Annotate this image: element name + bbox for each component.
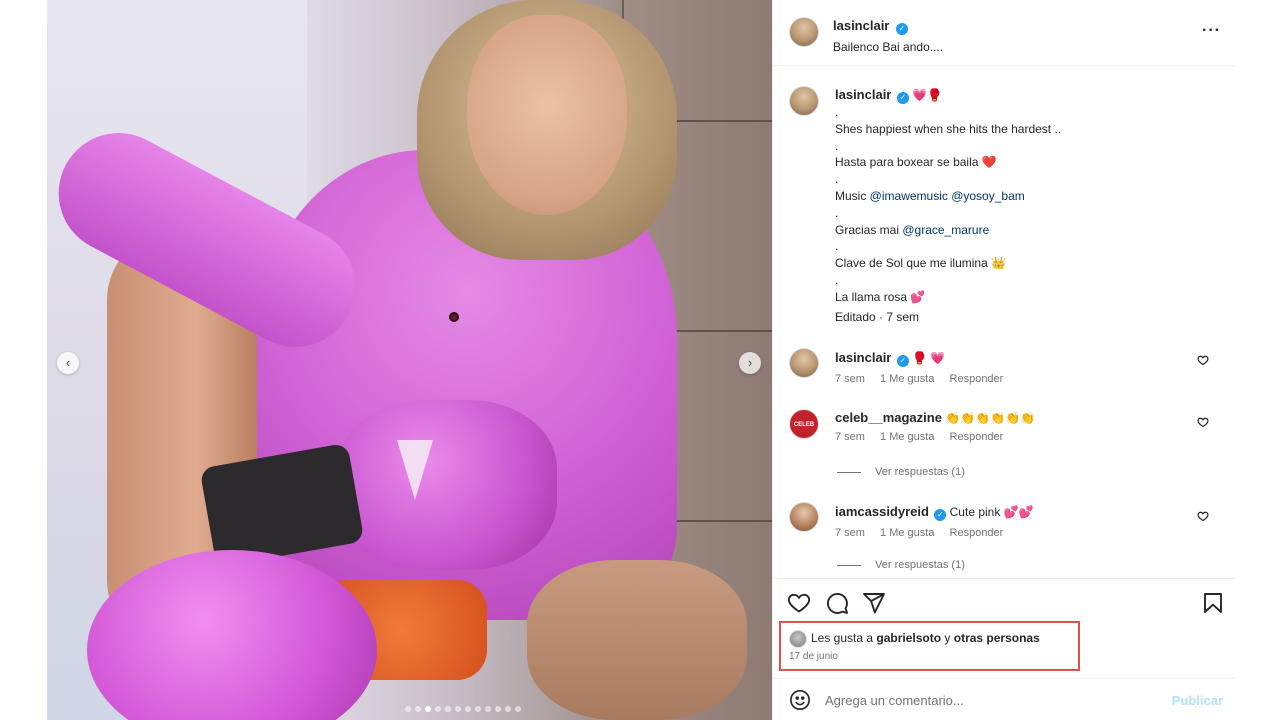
caption-line: . [835,138,839,153]
add-comment-bar: Publicar [773,678,1235,720]
comment-time: 7 sem [835,431,865,443]
likes-summary-highlight: Les gusta a gabrielsoto y otras personas… [779,621,1080,671]
caption-line: Clave de Sol que me ilumina 👑 [835,256,1007,271]
replies-rule [837,564,861,566]
caption-line: La llama rosa 💕 [835,289,926,304]
comment-username[interactable]: celeb__magazine [835,410,942,425]
comment-like-heart-icon[interactable] [1197,416,1209,431]
comment-reply-button[interactable]: Responder [950,373,1004,385]
comment-reply-button[interactable]: Responder [950,431,1004,443]
carousel-prev-button[interactable]: ‹ [57,352,79,374]
media-necklace [449,312,459,322]
caption-line: . [835,172,839,187]
more-options-icon[interactable]: ··· [1202,22,1221,40]
post-date[interactable]: 17 de junio [789,651,838,662]
view-replies-button[interactable]: Ver respuestas (1) [837,466,965,478]
caption-emojis: 💗🥊 [912,88,942,102]
carousel-dot [445,706,451,712]
carousel-dot [475,706,481,712]
carousel-dot [465,706,471,712]
avatar[interactable] [789,502,819,532]
post-side-panel: lasinclair ✓ Bailenco Bai ando.... ··· l… [772,0,1235,720]
caption-username[interactable]: lasinclair [835,87,891,102]
comment-likes-button[interactable]: 1 Me gusta [880,431,934,443]
media-knee [527,560,747,720]
verified-badge-icon: ✓ [896,355,909,367]
caption-edited: Editado · 7 sem [835,309,920,324]
avatar [789,630,807,648]
caption-line-music: Music @imawemusic @yosoy_bam [835,188,1025,203]
caption-line: . [835,205,839,220]
post-media[interactable]: ‹ › [47,0,772,720]
carousel-dot [505,706,511,712]
post-caption: lasinclair ✓ 💗🥊 . Shes happiest when she… [787,86,1217,325]
carousel-dot [455,706,461,712]
media-boxing-glove [337,400,557,570]
avatar[interactable] [789,348,819,378]
comment-text: Cute pink 💕💕 [949,505,1034,519]
carousel-next-button[interactable]: › [739,352,761,374]
liker-username[interactable]: gabrielsoto [876,631,941,645]
comment-reply-button[interactable]: Responder [950,527,1004,539]
save-bookmark-icon[interactable] [1201,591,1225,615]
comment-text: 🥊 💗 [912,351,946,365]
post-action-bar [773,578,1235,624]
verified-badge-icon: ✓ [895,23,908,35]
caption-line: . [835,239,839,254]
likes-summary[interactable]: Les gusta a gabrielsoto y otras personas [789,630,1040,648]
carousel-dot [485,706,491,712]
emoji-smiley-icon[interactable] [789,689,811,711]
music-links[interactable]: @imawemusic @yosoy_bam [870,189,1025,203]
comment-username[interactable]: lasinclair [835,350,891,365]
like-heart-icon[interactable] [787,591,811,615]
avatar[interactable] [789,17,819,47]
caption-line: . [835,272,839,287]
carousel-dot [425,706,431,712]
comment-like-heart-icon[interactable] [1197,354,1209,369]
thanks-link[interactable]: @grace_marure [902,223,989,237]
avatar[interactable]: CELEB MAGAZINE [789,409,819,439]
share-send-icon[interactable] [862,591,886,615]
comment-time: 7 sem [835,527,865,539]
carousel-dot [415,706,421,712]
comment-like-heart-icon[interactable] [1197,510,1209,525]
comment-bubble-icon[interactable] [825,591,849,615]
carousel-dot [435,706,441,712]
avatar[interactable] [789,86,819,116]
media-glove-logo [397,440,433,500]
post-header: lasinclair ✓ Bailenco Bai ando.... ··· [773,0,1235,66]
verified-badge-icon: ✓ [896,92,909,104]
carousel-dot [405,706,411,712]
caption-line: Hasta para boxear se baila ❤️ [835,155,997,170]
comment-input[interactable] [825,689,1155,711]
verified-badge-icon: ✓ [934,509,947,521]
caption-line: Shes happiest when she hits the hardest … [835,121,1062,136]
other-likers-link[interactable]: otras personas [954,631,1040,645]
caption-line: . [835,105,839,119]
comment-text: 👏👏👏👏👏👏 [945,411,1035,425]
comment-time: 7 sem [835,373,865,385]
post-comment-button[interactable]: Publicar [1172,693,1223,708]
audio-subtitle[interactable]: Bailenco Bai ando.... [833,40,943,54]
caption-line-thanks: Gracias mai @grace_marure [835,222,990,237]
author-username[interactable]: lasinclair [833,18,889,33]
carousel-dot [515,706,521,712]
comment-likes-button[interactable]: 1 Me gusta [880,527,934,539]
avatar-logo-text: CELEB MAGAZINE [793,422,815,428]
carousel-dot [495,706,501,712]
carousel-dots [405,706,521,712]
media-face [467,15,627,215]
view-replies-button[interactable]: Ver respuestas (1) [837,559,965,571]
comment-likes-button[interactable]: 1 Me gusta [880,373,934,385]
replies-rule [837,471,861,473]
comment-username[interactable]: iamcassidyreid [835,504,929,519]
